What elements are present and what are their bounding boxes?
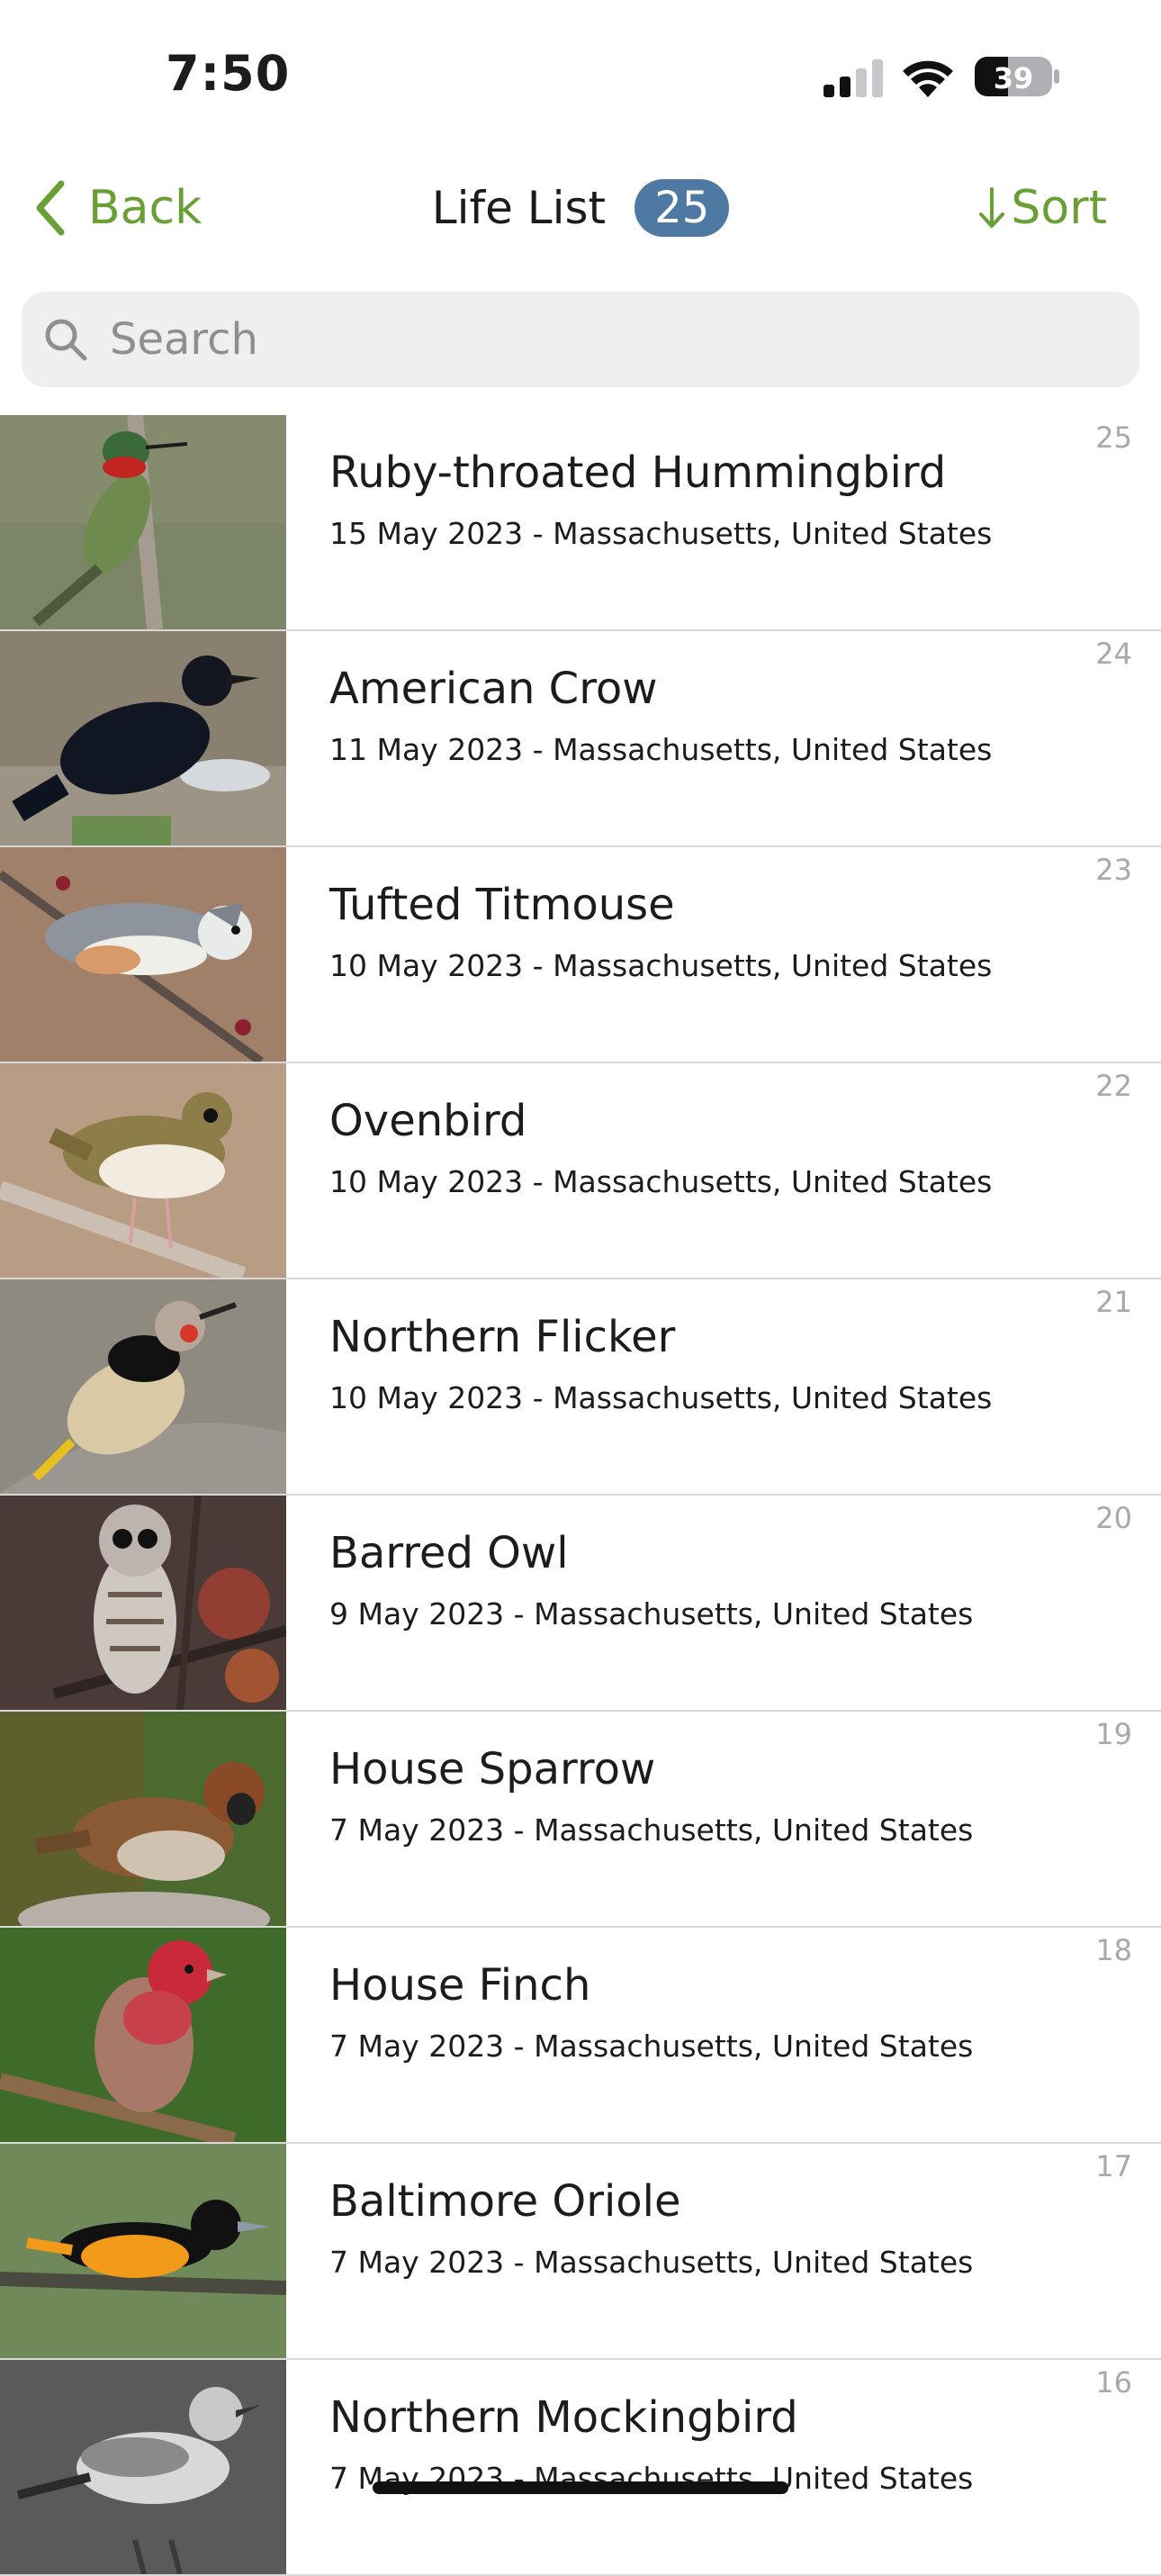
sighting-detail: 10 May 2023 - Massachusetts, United Stat… xyxy=(329,948,993,983)
list-number: 16 xyxy=(1095,2365,1132,2400)
bird-name: Barred Owl xyxy=(329,1528,569,1578)
list-number: 24 xyxy=(1095,637,1132,671)
home-indicator[interactable] xyxy=(373,2481,788,2494)
bird-photo xyxy=(0,415,286,629)
bird-name: Ovenbird xyxy=(329,1096,527,1146)
list-item[interactable]: Barred Owl 9 May 2023 - Massachusetts, U… xyxy=(0,1496,1161,1712)
bird-name: Baltimore Oriole xyxy=(329,2176,681,2227)
list-number: 23 xyxy=(1095,853,1132,887)
sighting-detail: 7 May 2023 - Massachusetts, United State… xyxy=(329,2029,974,2064)
search-bar[interactable] xyxy=(22,292,1139,387)
bird-photo xyxy=(0,631,286,845)
bird-photo xyxy=(0,1063,286,1278)
search-icon xyxy=(45,319,87,361)
battery-level: 39 xyxy=(994,61,1034,95)
sighting-detail: 10 May 2023 - Massachusetts, United Stat… xyxy=(329,1164,993,1199)
bird-photo xyxy=(0,1496,286,1710)
bird-name: American Crow xyxy=(329,664,658,714)
sighting-detail: 15 May 2023 - Massachusetts, United Stat… xyxy=(329,516,993,551)
bird-photo xyxy=(0,1279,286,1494)
list-item[interactable]: American Crow 11 May 2023 - Massachusett… xyxy=(0,631,1161,847)
list-item[interactable]: Northern Mockingbird 7 May 2023 - Massac… xyxy=(0,2360,1161,2576)
count-badge: 25 xyxy=(634,179,730,237)
search-input[interactable] xyxy=(108,313,1102,366)
list-number: 22 xyxy=(1095,1069,1132,1103)
list-number: 18 xyxy=(1095,1933,1132,1967)
bird-name: Tufted Titmouse xyxy=(329,880,675,930)
list-item[interactable]: House Finch 7 May 2023 - Massachusetts, … xyxy=(0,1928,1161,2144)
sighting-detail: 9 May 2023 - Massachusetts, United State… xyxy=(329,1596,974,1631)
wifi-icon xyxy=(903,60,953,97)
page-title: Life List xyxy=(431,182,607,234)
list-item[interactable]: Baltimore Oriole 7 May 2023 - Massachuse… xyxy=(0,2144,1161,2360)
status-time: 7:50 xyxy=(166,45,291,102)
bird-name: Northern Flicker xyxy=(329,1312,676,1362)
bird-name: House Finch xyxy=(329,1960,591,2011)
sort-label: Sort xyxy=(1011,181,1107,235)
list-item[interactable]: Tufted Titmouse 10 May 2023 - Massachuse… xyxy=(0,847,1161,1063)
bird-name: House Sparrow xyxy=(329,1744,656,1794)
bird-photo xyxy=(0,1712,286,1926)
sighting-detail: 11 May 2023 - Massachusetts, United Stat… xyxy=(329,732,993,767)
sighting-detail: 10 May 2023 - Massachusetts, United Stat… xyxy=(329,1380,993,1415)
list-number: 25 xyxy=(1095,420,1132,455)
bird-photo xyxy=(0,2144,286,2358)
navigation-bar: Back Life List 25 Sort xyxy=(0,162,1161,252)
list-number: 19 xyxy=(1095,1717,1132,1751)
cellular-signal-icon xyxy=(824,59,883,97)
list-number: 17 xyxy=(1095,2149,1132,2183)
bird-name: Ruby-throated Hummingbird xyxy=(329,447,947,498)
list-item[interactable]: Northern Flicker 10 May 2023 - Massachus… xyxy=(0,1279,1161,1496)
bird-name: Northern Mockingbird xyxy=(329,2392,798,2443)
list-number: 21 xyxy=(1095,1285,1132,1319)
list-item[interactable]: Ruby-throated Hummingbird 15 May 2023 - … xyxy=(0,415,1161,631)
bird-photo xyxy=(0,1928,286,2142)
battery-icon: 39 xyxy=(974,54,1060,99)
arrow-down-icon xyxy=(979,187,1005,228)
bird-photo xyxy=(0,2360,286,2574)
list-item[interactable]: Ovenbird 10 May 2023 - Massachusetts, Un… xyxy=(0,1063,1161,1279)
list-item[interactable]: House Sparrow 7 May 2023 - Massachusetts… xyxy=(0,1712,1161,1928)
sighting-detail: 7 May 2023 - Massachusetts, United State… xyxy=(329,2245,974,2280)
status-bar: 7:50 39 xyxy=(0,0,1161,144)
bird-photo xyxy=(0,847,286,1062)
sort-button[interactable]: Sort xyxy=(978,175,1107,241)
sighting-detail: 7 May 2023 - Massachusetts, United State… xyxy=(329,1812,974,1848)
life-list: Ruby-throated Hummingbird 15 May 2023 - … xyxy=(0,415,1161,2576)
list-number: 20 xyxy=(1095,1501,1132,1535)
